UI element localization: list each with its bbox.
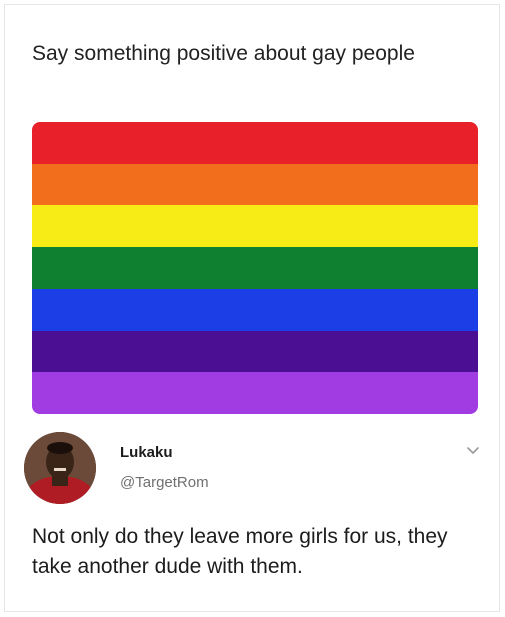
flag-stripe-4 [32,247,478,289]
post-prompt-text: Say something positive about gay people [32,42,415,65]
flag-stripe-6 [32,330,478,373]
reply-text: Not only do they leave more girls for us… [32,525,448,578]
reply-handle[interactable]: @TargetRom [120,474,209,491]
rainbow-flag-image [32,122,478,414]
reply-header: Lukaku @TargetRom [24,432,494,504]
flag-stripe-5 [32,288,478,331]
chevron-down-icon[interactable] [466,446,480,456]
reply-display-name[interactable]: Lukaku [120,444,173,461]
flag-stripe-2 [32,163,478,206]
flag-stripe-7 [32,372,478,414]
avatar[interactable] [24,432,96,504]
flag-stripe-1 [32,122,478,164]
avatar-photo [24,432,96,504]
flag-stripe-3 [32,205,478,248]
